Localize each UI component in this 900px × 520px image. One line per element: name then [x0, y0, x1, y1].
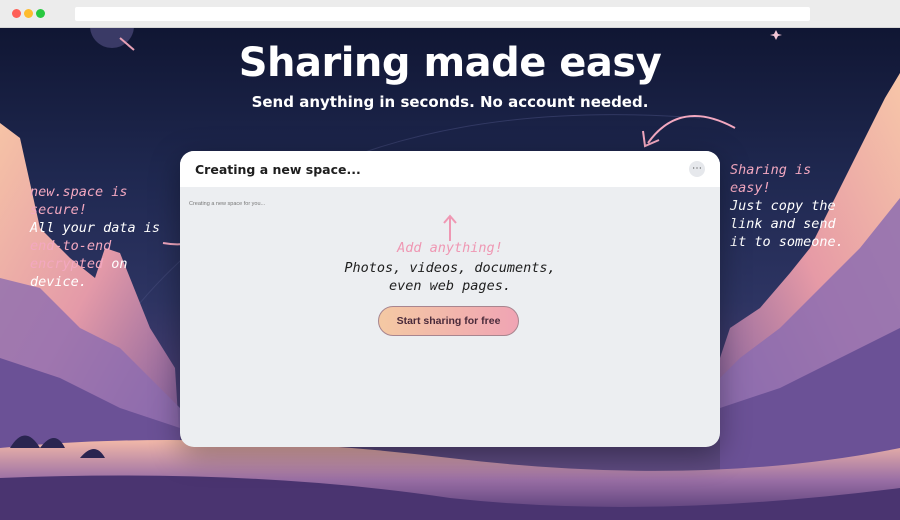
- hero-title: Sharing made easy: [238, 40, 662, 86]
- security-text-1: All your data is: [30, 220, 161, 236]
- loading-status: Creating a new space for you...: [189, 201, 266, 207]
- card-title: Creating a new space...: [195, 161, 361, 177]
- add-prompt-title: Add anything!: [397, 240, 503, 256]
- browser-chrome: [0, 0, 900, 28]
- ellipsis-icon[interactable]: ⋯: [689, 161, 705, 177]
- card-header: Creating a new space... ⋯: [180, 151, 720, 187]
- space-card: Creating a new space... ⋯ Creating a new…: [180, 151, 720, 447]
- security-highlight-2: end-to-end encrypted: [30, 238, 112, 272]
- address-bar[interactable]: [75, 7, 810, 21]
- hero-subtitle: Send anything in seconds. No account nee…: [251, 93, 649, 111]
- minimize-window-button[interactable]: [24, 9, 33, 18]
- maximize-window-button[interactable]: [36, 9, 45, 18]
- security-highlight: new.space is secure!: [30, 184, 128, 218]
- hero-scene: Sharing made easy Send anything in secon…: [0, 28, 900, 520]
- add-prompt-line-2: even web pages.: [389, 278, 511, 294]
- security-annotation: new.space is secure! All your data is en…: [30, 183, 170, 291]
- sharing-text: Just copy the link and send it to someon…: [730, 198, 844, 250]
- sharing-annotation: Sharing is easy! Just copy the link and …: [730, 161, 860, 251]
- start-sharing-button[interactable]: Start sharing for free: [378, 306, 519, 336]
- arrow-up-icon: [443, 214, 457, 241]
- add-prompt-body: Photos, videos, documents, even web page…: [180, 259, 720, 295]
- sharing-highlight: Sharing is easy!: [730, 162, 812, 196]
- close-window-button[interactable]: [12, 9, 21, 18]
- add-prompt-line-1: Photos, videos, documents,: [344, 260, 556, 276]
